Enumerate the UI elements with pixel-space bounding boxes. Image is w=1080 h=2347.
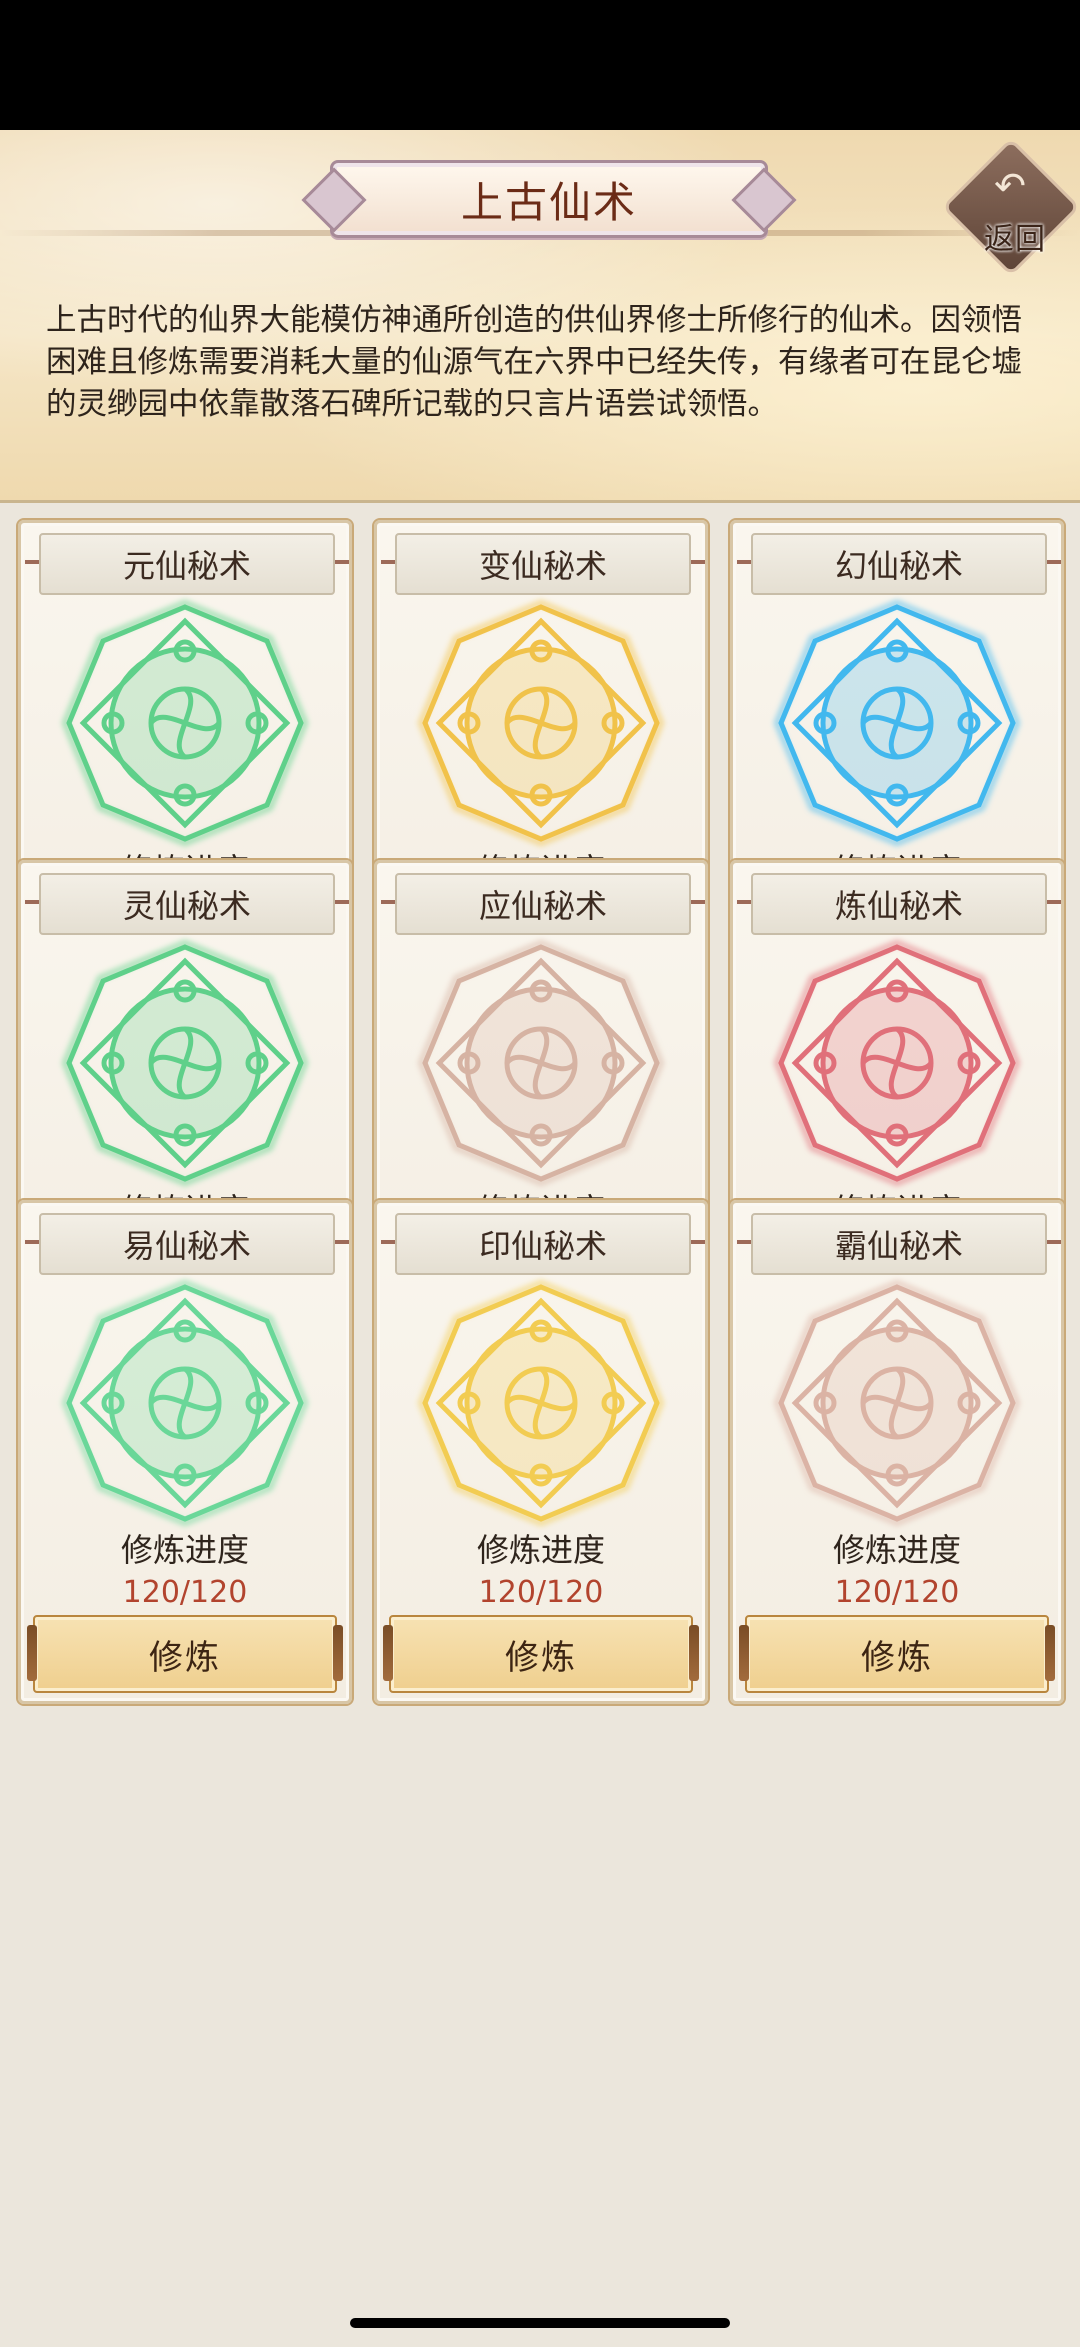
technique-sigil-icon [767,593,1027,853]
technique-sigil-icon [411,593,671,853]
technique-sigil-icon [767,933,1027,1193]
status-bar [0,0,1080,130]
technique-card: 易仙秘术修炼进度 120/120 修炼 [18,1200,352,1704]
technique-sigil-icon [55,1273,315,1533]
page-title: 上古仙术 [330,160,768,238]
technique-name: 元仙秘术 [25,533,349,595]
technique-name: 变仙秘术 [381,533,705,595]
progress-value: 120/120 [478,1575,604,1610]
technique-sigil-icon [55,593,315,853]
progress-label: 修炼进度 [832,1531,961,1569]
progress-value: 120/120 [834,1575,960,1610]
technique-name: 易仙秘术 [25,1213,349,1275]
back-label[interactable]: 返回 [972,214,1058,258]
progress-value: 120/120 [122,1575,248,1610]
technique-sigil-icon [767,1273,1027,1533]
train-button[interactable]: 修炼 [383,1615,699,1693]
progress-label: 修炼进度 [476,1531,605,1569]
progress-label: 修炼进度 [120,1531,249,1569]
back-arrow-icon[interactable]: ↶ [990,166,1030,206]
train-button[interactable]: 修炼 [739,1615,1055,1693]
technique-name: 印仙秘术 [381,1213,705,1275]
train-button[interactable]: 修炼 [27,1615,343,1693]
technique-card: 印仙秘术修炼进度 120/120 修炼 [374,1200,708,1704]
technique-grid: 元仙秘术修炼进度 120/120 修炼 变仙秘术修炼进度 120/120 修炼 幻仙秘术修炼… [18,520,1064,2040]
technique-name: 霸仙秘术 [737,1213,1061,1275]
technique-name: 应仙秘术 [381,873,705,935]
technique-name: 炼仙秘术 [737,873,1061,935]
intro-text: 上古时代的仙界大能模仿神通所创造的供仙界修士所修行的仙术。因领悟困难且修炼需要消… [46,303,1022,422]
technique-sigil-icon [411,1273,671,1533]
technique-sigil-icon [55,933,315,1193]
technique-card: 霸仙秘术修炼进度 120/120 修炼 [730,1200,1064,1704]
technique-sigil-icon [411,933,671,1193]
home-indicator[interactable] [350,2318,730,2328]
technique-name: 幻仙秘术 [737,533,1061,595]
technique-name: 灵仙秘术 [25,873,349,935]
